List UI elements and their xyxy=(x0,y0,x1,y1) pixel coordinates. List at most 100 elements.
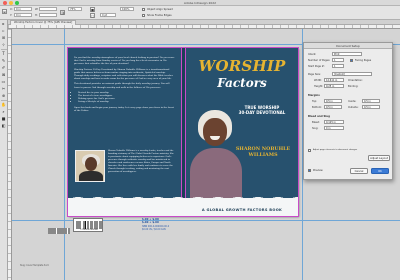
cover-spread[interactable]: Do you find the worship atmosphere of yo… xyxy=(67,47,299,217)
cover-title-line-1: WORSHIP xyxy=(198,57,286,75)
screen-mode-icon[interactable]: ◧ xyxy=(1,123,7,129)
opacity-field[interactable]: 100% xyxy=(120,7,134,11)
adjust-elements-label: Adjust page elements to document changes xyxy=(313,149,358,151)
pen-tool-icon[interactable]: ✐ xyxy=(1,65,7,71)
type-tool-icon[interactable]: T xyxy=(1,51,7,57)
isbn-barcode[interactable]: 9 780000 000000 xyxy=(73,218,103,232)
back-bullet-list: Revival fire in your worship The heart o… xyxy=(78,91,175,104)
intent-label: Intent: xyxy=(308,53,317,56)
cover-author-name: SHARON NOBUHLE WILLIAMS xyxy=(232,146,294,158)
zoom-field[interactable]: 75% xyxy=(68,7,82,11)
cancel-button[interactable]: Cancel xyxy=(350,168,368,174)
page-tool-icon[interactable]: ⊞ xyxy=(1,35,7,41)
top-margin-field[interactable]: 0.5 in xyxy=(324,99,342,103)
control-panel: ⊞ X: 0 in Y: 0 in W: H: ⛓ 75% 0 pt ■ □ 1… xyxy=(0,6,400,20)
adjust-layout-button[interactable]: Adjust Layout xyxy=(368,155,390,161)
tools-divider xyxy=(1,100,7,101)
scissors-tool-icon[interactable]: ✂ xyxy=(1,86,7,92)
option-2-label: Show Frame Edges xyxy=(147,14,172,17)
page-size-label: Page Size: xyxy=(308,73,321,76)
line-tool-icon[interactable]: ✎ xyxy=(1,58,7,64)
price-line-4: $0.00 US / $0.00 CAN xyxy=(142,228,166,232)
gap-tool-icon[interactable]: ⊹ xyxy=(1,42,7,48)
height-field[interactable]: 9.25 in xyxy=(324,84,344,88)
outside-margin-label: Outside: xyxy=(348,106,359,109)
h-label: H: xyxy=(35,14,38,17)
binding-label: Binding: xyxy=(348,85,359,88)
rectangle-tool-icon[interactable]: ▭ xyxy=(1,79,7,85)
intent-select[interactable]: Print xyxy=(332,52,362,56)
front-cover[interactable]: WORSHIP Factors TRUE WORSHIP 30-DAY DEVO… xyxy=(186,48,298,216)
option-1-checkbox[interactable] xyxy=(142,8,145,11)
slug-field[interactable]: 0 in xyxy=(324,126,344,130)
author-bio: Sharon Nobuhle Williams is a worship lea… xyxy=(108,150,174,173)
ok-button[interactable]: OK xyxy=(371,168,389,174)
selection-tool-icon[interactable]: ▸ xyxy=(1,21,7,27)
outside-margin-field[interactable]: 0.5 in xyxy=(362,105,380,109)
facing-pages-label: Facing Pages xyxy=(355,59,372,62)
bottom-banner: A GLOBAL GROWTH FACTORS BOOK xyxy=(201,208,283,212)
bottom-wave-band xyxy=(68,194,298,216)
free-transform-tool-icon[interactable]: ⊕ xyxy=(1,93,7,99)
x-field[interactable]: 0 in xyxy=(14,7,32,11)
cover-author-line-2: WILLIAMS xyxy=(248,152,278,158)
back-closing: Open this book and begin your journey to… xyxy=(74,105,174,112)
preview-label: Preview xyxy=(313,169,323,172)
stroke-weight-field[interactable]: 0 pt xyxy=(100,13,116,17)
pages-label: Number of Pages: xyxy=(308,59,331,62)
reference-point-icon[interactable]: ⊞ xyxy=(2,9,7,14)
author-body xyxy=(79,171,103,181)
width-field[interactable]: 12.611 in xyxy=(324,78,344,82)
author-face xyxy=(85,157,97,171)
height-label: Height: xyxy=(314,85,324,88)
slug-label: Slug: xyxy=(312,127,319,130)
w-field[interactable] xyxy=(39,7,57,11)
direct-selection-tool-icon[interactable]: ▹ xyxy=(1,28,7,34)
slug-note: Slug: Cover Template 6×9 xyxy=(20,264,49,267)
tools-divider xyxy=(1,49,7,50)
portrait-face xyxy=(203,118,227,146)
back-cover-text-frame[interactable]: Do you find the worship atmosphere of yo… xyxy=(74,56,175,114)
preview-checkbox[interactable] xyxy=(308,169,311,172)
bleed-section-label: Bleed and Slug xyxy=(308,115,330,118)
y-field[interactable]: 0 in xyxy=(14,13,32,17)
tools-panel: ▸ ▹ ⊞ ⊹ T ✎ ✐ ⊠ ▭ ✂ ⊕ ✋ ⌕ ■ ◧ xyxy=(0,20,8,280)
w-label: W: xyxy=(35,8,39,11)
price-info[interactable]: $.00 + $.00 $.00 + $.00 ISBN 000-0-00000… xyxy=(142,218,182,232)
bleed-field[interactable]: 0.125 in xyxy=(324,120,344,124)
constrain-proportions-icon[interactable]: ⛓ xyxy=(60,10,65,15)
slug-barcode[interactable] xyxy=(48,228,70,234)
barcode-number: 9 780000 000000 xyxy=(80,229,98,231)
document-setup-dialog[interactable]: Document Setup Intent: Print Number of P… xyxy=(303,42,393,180)
start-page-field[interactable]: 1 xyxy=(332,64,344,68)
bleed-label: Bleed: xyxy=(312,121,320,124)
back-paragraph: This devotional provides an eminent guid… xyxy=(74,82,170,89)
inside-margin-label: Inside: xyxy=(348,100,357,103)
wave-edge xyxy=(68,194,298,202)
hand-tool-icon[interactable]: ✋ xyxy=(1,102,7,108)
start-page-label: Start Page #: xyxy=(308,65,325,68)
adjust-elements-checkbox[interactable] xyxy=(308,149,311,152)
bottom-margin-label: Bottom: xyxy=(312,106,323,109)
cover-subtitle: TRUE WORSHIP 30-DAY DEVOTIONAL xyxy=(232,105,292,115)
stroke-swatch-icon[interactable]: □ xyxy=(90,13,95,18)
h-field[interactable] xyxy=(39,13,57,17)
vertical-guide[interactable] xyxy=(64,29,65,280)
top-margin-label: Top: xyxy=(312,100,318,103)
rectangle-frame-tool-icon[interactable]: ⊠ xyxy=(1,72,7,78)
zoom-tool-icon[interactable]: ⌕ xyxy=(1,109,7,115)
back-paragraph: Do you find the worship atmosphere of yo… xyxy=(74,56,175,66)
fill-stroke-icon[interactable]: ■ xyxy=(1,116,7,122)
pages-field[interactable]: 1 xyxy=(332,58,344,62)
horizontal-guide[interactable] xyxy=(12,220,400,221)
author-photo[interactable] xyxy=(75,150,105,182)
bottom-margin-field[interactable]: 0.5 in xyxy=(324,105,342,109)
inside-margin-field[interactable]: 0.5 in xyxy=(362,99,380,103)
width-label: Width: xyxy=(314,79,323,82)
option-2-checkbox[interactable] xyxy=(142,14,145,17)
fill-swatch-icon[interactable]: ■ xyxy=(90,7,95,12)
page-size-select[interactable]: [Custom] xyxy=(332,72,372,76)
facing-pages-checkbox[interactable] xyxy=(350,59,353,62)
back-cover[interactable]: Do you find the worship atmosphere of yo… xyxy=(68,48,181,216)
dialog-title: Document Setup xyxy=(304,43,392,49)
